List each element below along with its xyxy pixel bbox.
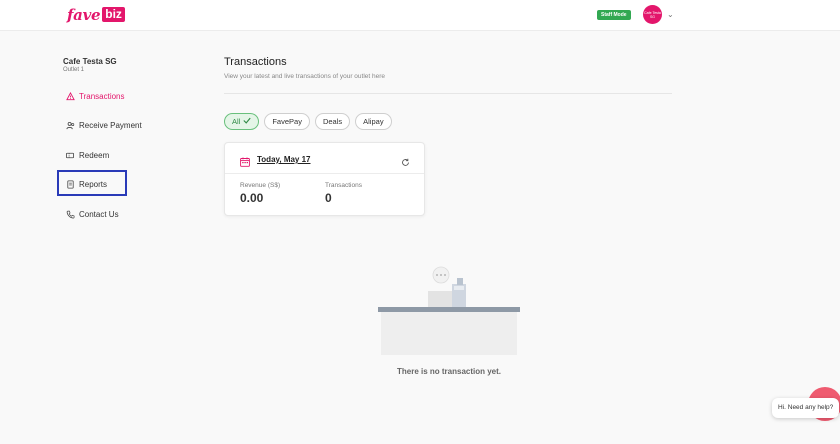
filter-chips: All FavePay Deals Alipay	[224, 113, 392, 130]
filter-chip-favepay[interactable]: FavePay	[264, 113, 310, 130]
avatar[interactable]: Cafe Testa SG	[643, 5, 662, 24]
sidebar-item-label: Redeem	[79, 150, 110, 160]
page-subtitle: View your latest and live transactions o…	[224, 73, 386, 80]
sidebar-item-label: Receive Payment	[79, 120, 142, 130]
phone-icon	[65, 209, 75, 219]
revenue-value: 0.00	[240, 191, 264, 205]
logo-text: fave	[67, 5, 101, 24]
filter-chip-alipay[interactable]: Alipay	[355, 113, 392, 130]
chip-label: All	[232, 117, 241, 126]
cash-register-illustration	[378, 266, 520, 356]
reports-focus-outline	[57, 170, 127, 196]
chevron-down-icon[interactable]: ⌄	[667, 10, 674, 19]
sidebar-item-redeem[interactable]: Redeem	[65, 148, 109, 162]
page-title: Transactions	[224, 56, 287, 68]
ticket-icon	[65, 150, 75, 160]
check-icon	[243, 114, 251, 129]
summary-card-header: Today, May 17	[225, 143, 424, 174]
chip-label: Alipay	[363, 117, 384, 126]
date-picker-link[interactable]: Today, May 17	[257, 155, 311, 164]
filter-chip-deals[interactable]: Deals	[314, 113, 351, 130]
outlet-subtitle: Outlet 1	[63, 67, 85, 73]
transactions-value: 0	[325, 191, 332, 205]
refresh-icon[interactable]	[401, 154, 410, 166]
alert-icon	[65, 91, 75, 101]
users-icon	[65, 120, 75, 130]
sidebar-item-label: Transactions	[79, 91, 125, 101]
chip-label: Deals	[322, 117, 343, 126]
staff-mode-badge[interactable]: Staff Mode	[597, 10, 631, 20]
calendar-icon[interactable]	[240, 154, 250, 167]
summary-card: Today, May 17 Revenue (S$) 0.00 Transact…	[224, 142, 425, 216]
sidebar-item-label: Contact Us	[79, 209, 119, 219]
logo-badge: biz	[102, 7, 125, 22]
chip-label: FavePay	[272, 117, 302, 126]
sidebar-item-receive-payment[interactable]: Receive Payment	[65, 118, 142, 132]
empty-state-text: There is no transaction yet.	[396, 367, 502, 376]
filter-chip-all[interactable]: All	[224, 113, 260, 130]
top-header: fave biz Staff Mode Cafe Testa SG ⌄	[0, 0, 840, 31]
divider	[224, 93, 672, 94]
sidebar-item-transactions[interactable]: Transactions	[65, 89, 125, 103]
transactions-label: Transactions	[325, 182, 362, 189]
fave-biz-logo[interactable]: fave biz	[67, 5, 125, 24]
revenue-label: Revenue (S$)	[240, 182, 281, 189]
sidebar-item-contact-us[interactable]: Contact Us	[65, 207, 119, 221]
help-bubble[interactable]: Hi. Need any help?	[772, 398, 840, 418]
outlet-name: Cafe Testa SG	[63, 57, 117, 66]
